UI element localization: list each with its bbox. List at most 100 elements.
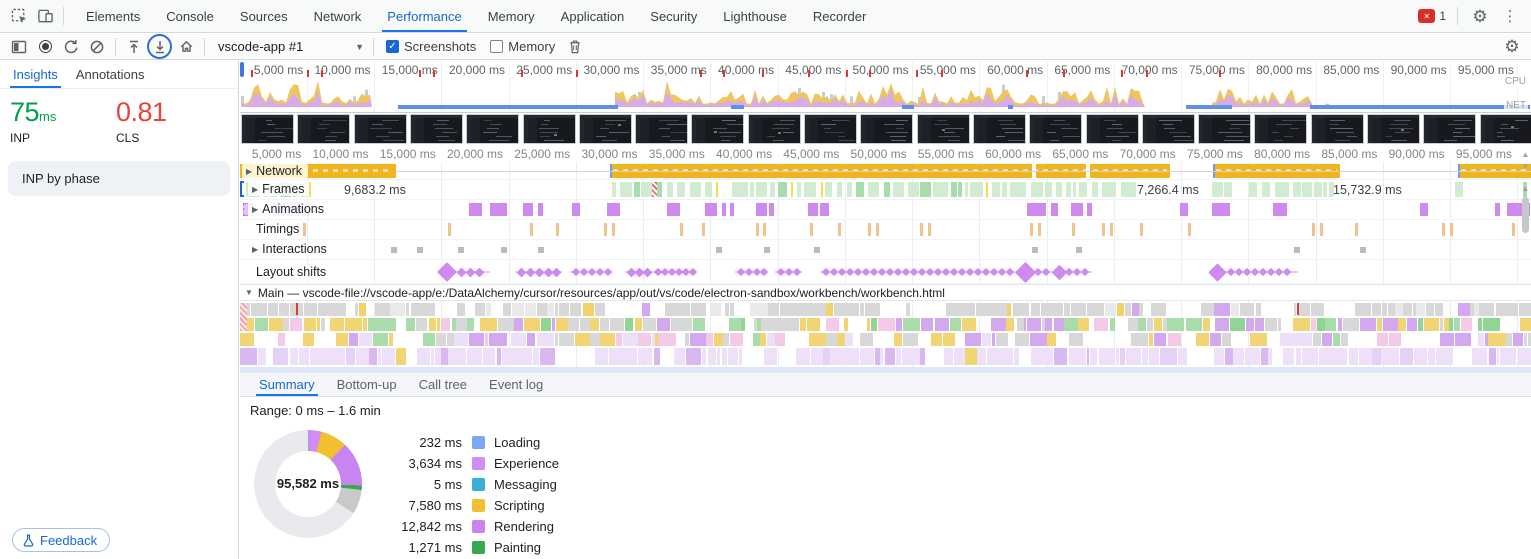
load-profile-icon[interactable] [121,34,147,60]
thumb-line [895,120,908,121]
tab-bottom-up[interactable]: Bottom-up [326,373,408,396]
screenshot-thumbnail[interactable] [1479,114,1531,144]
feedback-button[interactable]: Feedback [12,528,111,552]
thumb-line [437,120,449,121]
capture-settings-gear-icon[interactable]: ⚙ [1499,34,1525,60]
tab-annotations[interactable]: Annotations [67,61,154,88]
screenshot-thumbnail[interactable] [1198,114,1252,144]
tab-security[interactable]: Security [637,0,710,32]
timings-track[interactable]: Timings [240,220,1531,240]
frames-track-label[interactable]: ▶ Frames [248,182,309,196]
error-badge-icon[interactable]: ✕ [1418,9,1436,23]
clear-icon[interactable] [84,34,110,60]
network-track-label[interactable]: ▶ Network [242,164,308,178]
screenshot-thumbnail[interactable] [1085,114,1139,144]
more-options-icon[interactable]: ⋮ [1497,3,1523,29]
main-thread-flame-chart[interactable] [240,301,1531,367]
tab-lighthouse[interactable]: Lighthouse [710,0,800,32]
thumb-line [1054,120,1065,121]
screenshot-thumbnail[interactable] [804,114,857,144]
insight-inp-by-phase[interactable]: INP by phase [8,161,230,196]
thumb-line [823,128,831,129]
tab-event-log[interactable]: Event log [478,373,554,396]
collect-garbage-icon[interactable] [562,34,588,60]
screenshot-thumbnail[interactable] [1254,114,1308,144]
memory-toggle[interactable]: Memory [490,39,555,54]
tab-recorder[interactable]: Recorder [800,0,879,32]
screenshot-thumbnail[interactable] [1310,114,1364,144]
frame-bar [676,182,685,197]
thumb-sidebar [302,118,312,143]
tab-application[interactable]: Application [548,0,638,32]
screenshot-thumbnail[interactable] [1423,114,1477,144]
interactions-track-label[interactable]: ▶ Interactions [248,242,331,256]
main-thread-track-header[interactable]: ▼ Main — vscode-file://vscode-app/e:/Dat… [240,284,1531,301]
screenshot-thumbnail[interactable] [297,114,351,144]
record-button[interactable] [32,34,58,60]
flame-bar [1153,318,1162,331]
screenshot-thumbnail[interactable] [522,114,576,144]
reload-and-record-icon[interactable] [58,34,84,60]
tab-elements[interactable]: Elements [73,0,153,32]
thumb-line [541,124,549,125]
expand-triangle-icon[interactable]: ▶ [246,167,252,176]
device-toolbar-icon[interactable] [32,3,58,29]
memory-checkbox[interactable] [490,40,504,53]
tab-sources[interactable]: Sources [227,0,301,32]
network-track[interactable]: ▶ Network [240,162,1531,180]
network-overview-bar [1310,105,1530,109]
interactions-track[interactable]: ▶ Interactions [240,240,1531,260]
screenshot-thumbnail[interactable] [466,114,520,144]
screenshots-checkbox[interactable]: ✓ [386,40,399,53]
inspect-element-icon[interactable] [6,3,32,29]
flame-bar [244,348,257,365]
tab-performance[interactable]: Performance [374,0,474,32]
screenshot-thumbnail[interactable] [747,114,801,144]
screenshot-filmstrip[interactable] [240,113,1531,146]
thumb-line [1452,132,1462,133]
screenshot-thumbnail[interactable] [860,114,914,144]
tab-memory[interactable]: Memory [475,0,548,32]
tab-console[interactable]: Console [153,0,227,32]
screenshot-thumbnail[interactable] [1029,114,1083,144]
frames-track[interactable]: 9,683.2 ms 7,266.4 ms 15,732.9 ms ▶ Frames [240,180,1531,200]
screenshot-thumbnail[interactable] [635,114,689,144]
screenshot-thumbnail[interactable] [972,114,1026,144]
timing-marker [810,223,813,236]
screenshot-thumbnail[interactable] [916,114,970,144]
scroll-down-icon[interactable]: ▼ [1520,161,1531,172]
toggle-sidebar-icon[interactable] [6,34,32,60]
timings-track-label[interactable]: Timings [252,222,304,236]
flame-bar [657,318,671,331]
target-select[interactable]: vscode-app #1 ▼ [210,39,368,54]
save-profile-icon[interactable] [147,33,173,60]
frame-duration-label: 9,683.2 ms [344,183,406,197]
screenshot-thumbnail[interactable] [578,114,632,144]
tab-network[interactable]: Network [301,0,375,32]
flame-bar [1002,348,1013,365]
flame-bar [1127,318,1139,331]
scroll-up-icon[interactable]: ▲ [1520,149,1531,160]
layout-shifts-track-label[interactable]: Layout shifts [252,265,331,279]
layout-shifts-track[interactable]: Layout shifts [240,260,1531,284]
timeline-overview-minimap[interactable]: 5,000 ms 10,000 ms 15,000 ms 20,000 ms 25,00… [240,61,1531,113]
animations-track-label[interactable]: ▶ Animations [248,202,328,216]
minimap-left-handle[interactable] [240,62,244,77]
vertical-scrollbar[interactable]: ▲ ▼ ▲ [1520,147,1531,277]
animations-track[interactable]: ▶ Animations [240,200,1531,220]
screenshot-thumbnail[interactable] [691,114,745,144]
settings-gear-icon[interactable]: ⚙ [1467,3,1493,29]
screenshot-thumbnail[interactable] [1367,114,1420,144]
screenshot-thumbnail[interactable] [353,114,407,144]
home-icon[interactable] [173,34,199,60]
flame-bar [1104,303,1116,316]
screenshots-toggle[interactable]: ✓ Screenshots [386,39,476,54]
scroll-up-icon[interactable]: ▲ [1520,183,1531,194]
tab-call-tree[interactable]: Call tree [408,373,478,396]
screenshot-thumbnail[interactable] [241,114,294,144]
screenshot-thumbnail[interactable] [1141,114,1195,144]
scrollbar-thumb[interactable] [1522,197,1529,233]
tab-summary[interactable]: Summary [248,373,326,396]
screenshot-thumbnail[interactable] [409,114,463,144]
tab-insights[interactable]: Insights [4,61,67,88]
